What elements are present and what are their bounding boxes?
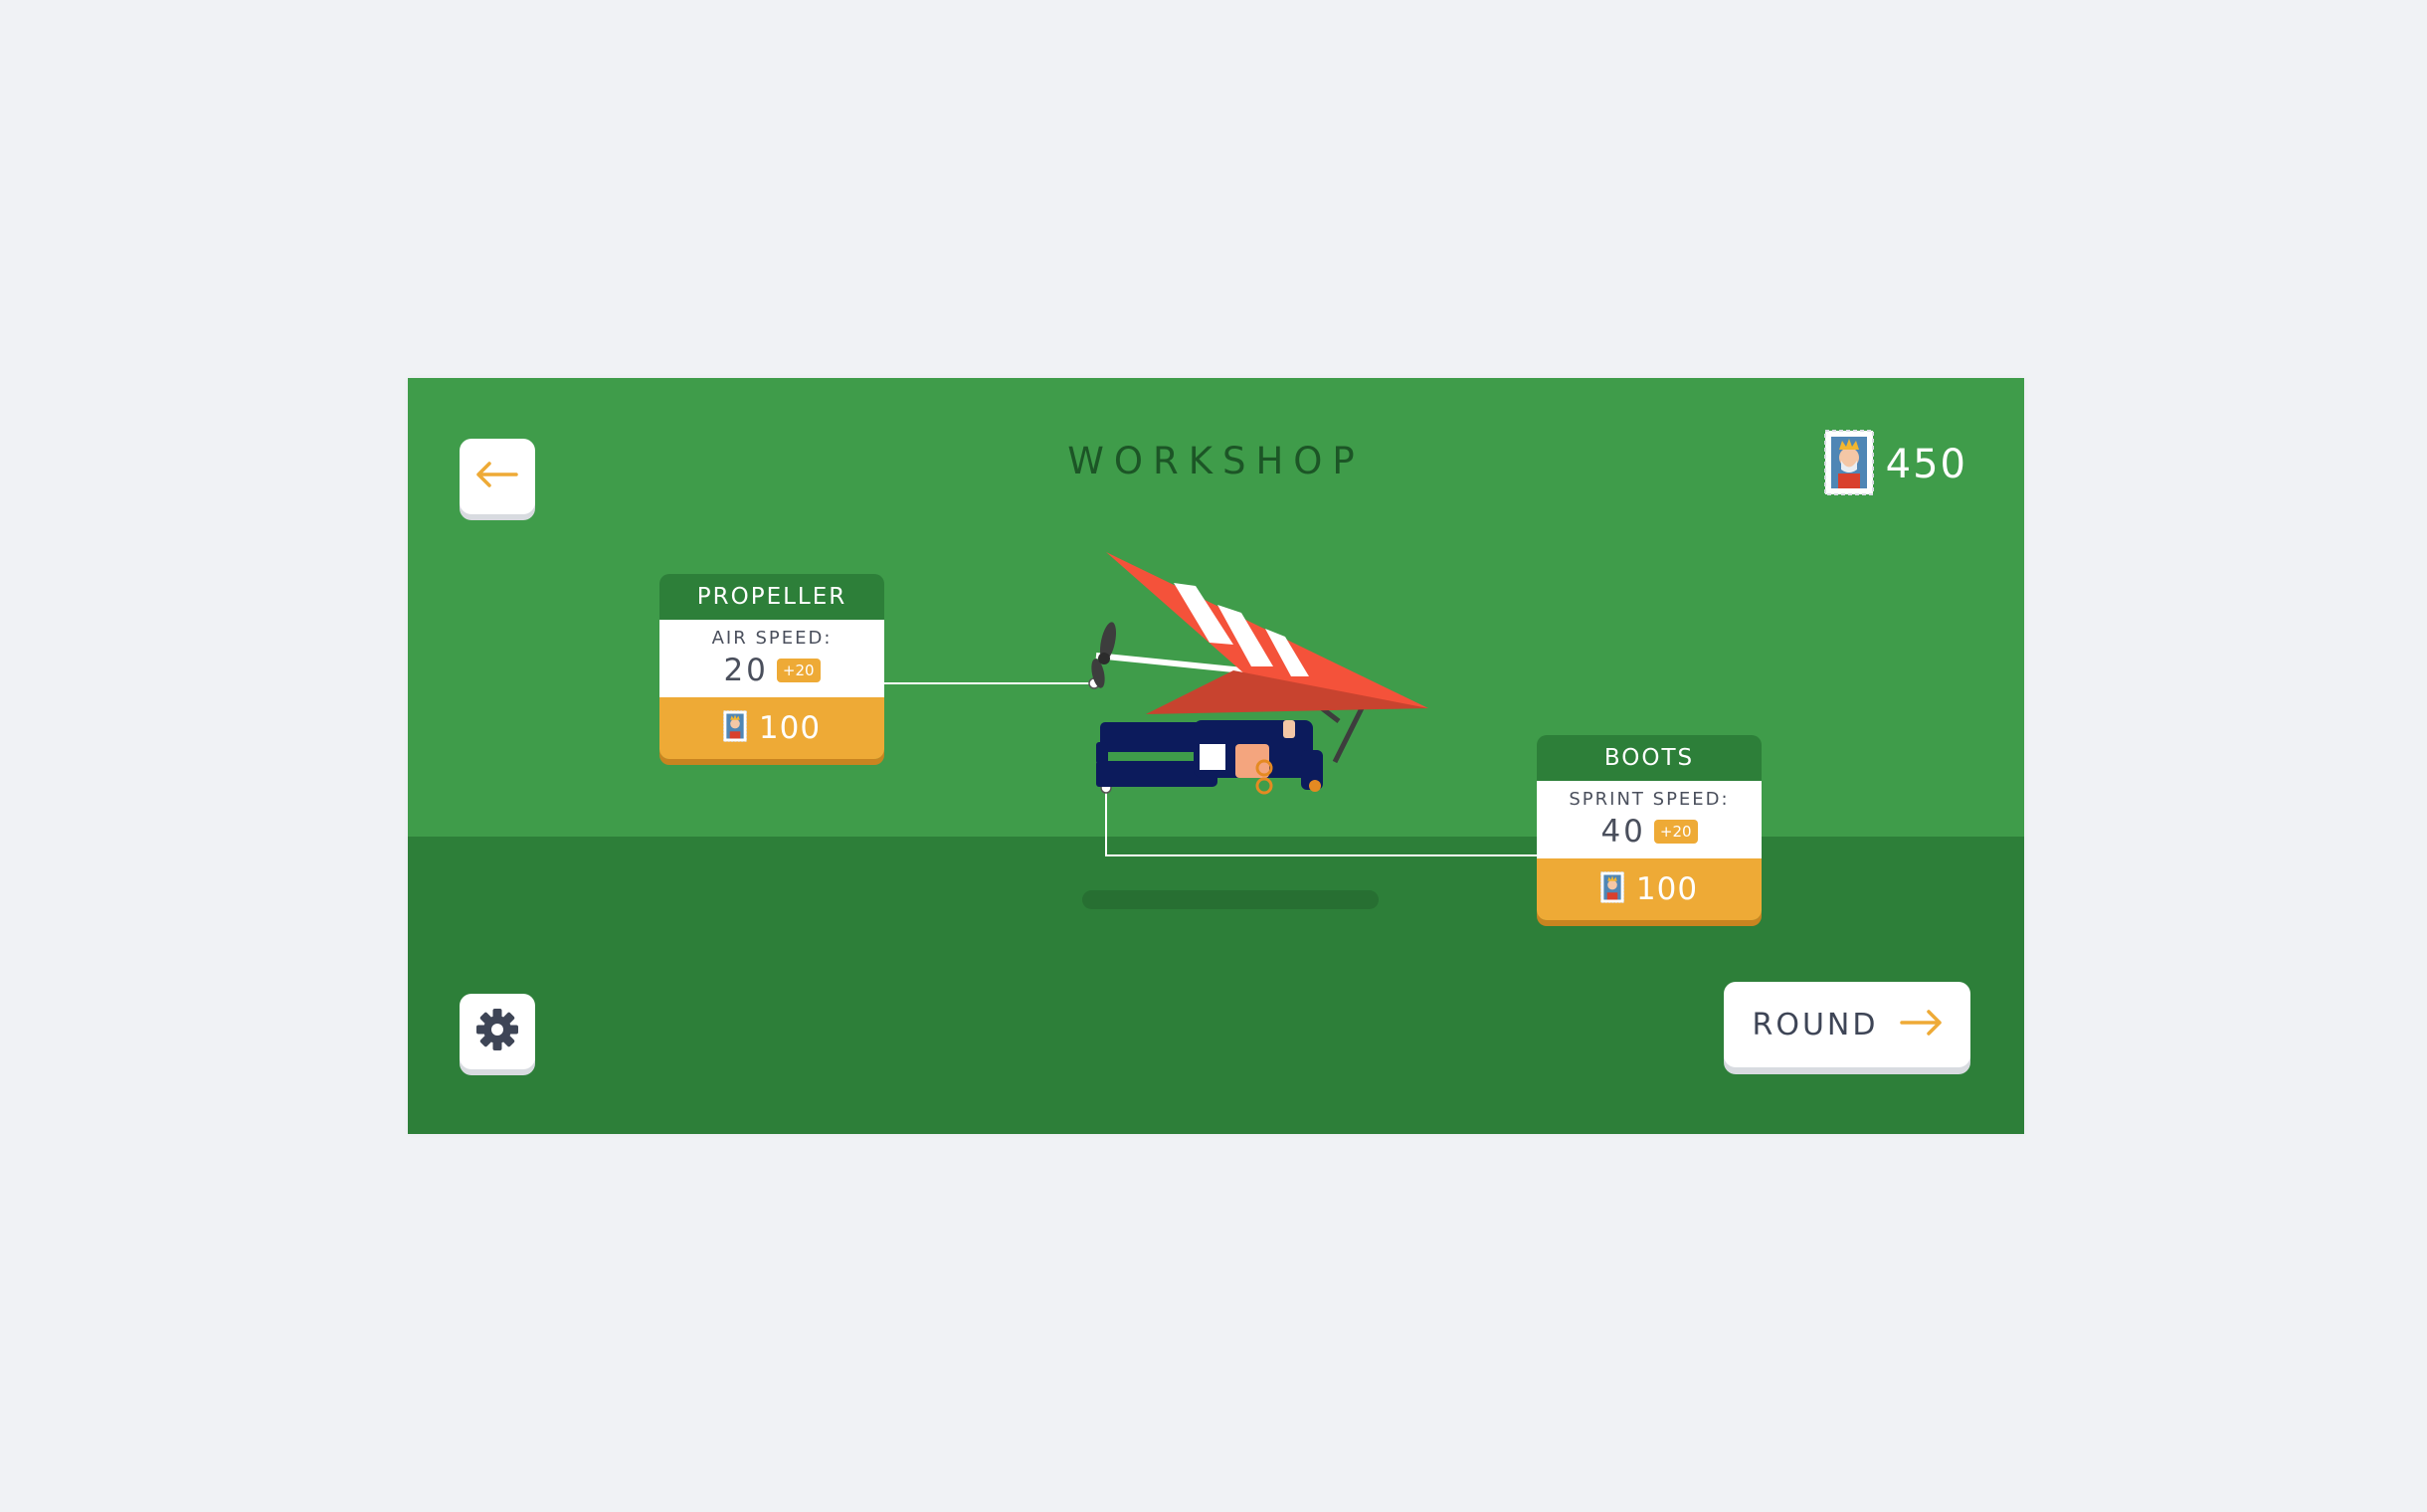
stat-value: 20 [723,653,769,688]
stat-row: 40 +20 [1537,814,1762,850]
upgrade-card-stats: AIR SPEED: 20 +20 [659,620,884,697]
buy-boots-button[interactable]: 100 [1537,858,1762,920]
stat-bonus-badge: +20 [776,659,821,682]
glider-keel [1095,653,1244,673]
game-viewport: WORKSHOP 450 PROPELLER AIR SPEED: 20 +20… [408,378,2024,1134]
upgrade-card-title: BOOTS [1537,735,1762,781]
upgrade-card-propeller: PROPELLER AIR SPEED: 20 +20 100 [659,574,884,759]
round-button[interactable]: ROUND [1724,982,1970,1067]
round-button-label: ROUND [1752,1007,1879,1042]
glider-control-bar [1332,704,1366,764]
arrow-right-icon [1900,1010,1943,1040]
stat-row: 20 +20 [659,653,884,688]
settings-button[interactable] [460,994,535,1069]
stamp-icon [722,710,747,746]
upgrade-card-title: PROPELLER [659,574,884,620]
price-value: 100 [1635,871,1699,907]
gear-icon [474,1007,520,1056]
stat-label: AIR SPEED: [711,628,833,649]
stamp-icon [1599,871,1624,907]
glider-wing [1106,552,1428,714]
stat-value: 40 [1600,814,1646,850]
stat-label: SPRINT SPEED: [1569,789,1730,810]
stat-bonus-badge: +20 [1653,820,1698,844]
boots-connector-line [1100,782,1537,856]
buy-propeller-button[interactable]: 100 [659,697,884,759]
propeller-connector-line [884,677,1100,689]
price-value: 100 [758,710,822,746]
pilot [1096,720,1323,795]
upgrade-card-boots: BOOTS SPRINT SPEED: 40 +20 100 [1537,735,1762,920]
upgrade-card-stats: SPRINT SPEED: 40 +20 [1537,781,1762,858]
